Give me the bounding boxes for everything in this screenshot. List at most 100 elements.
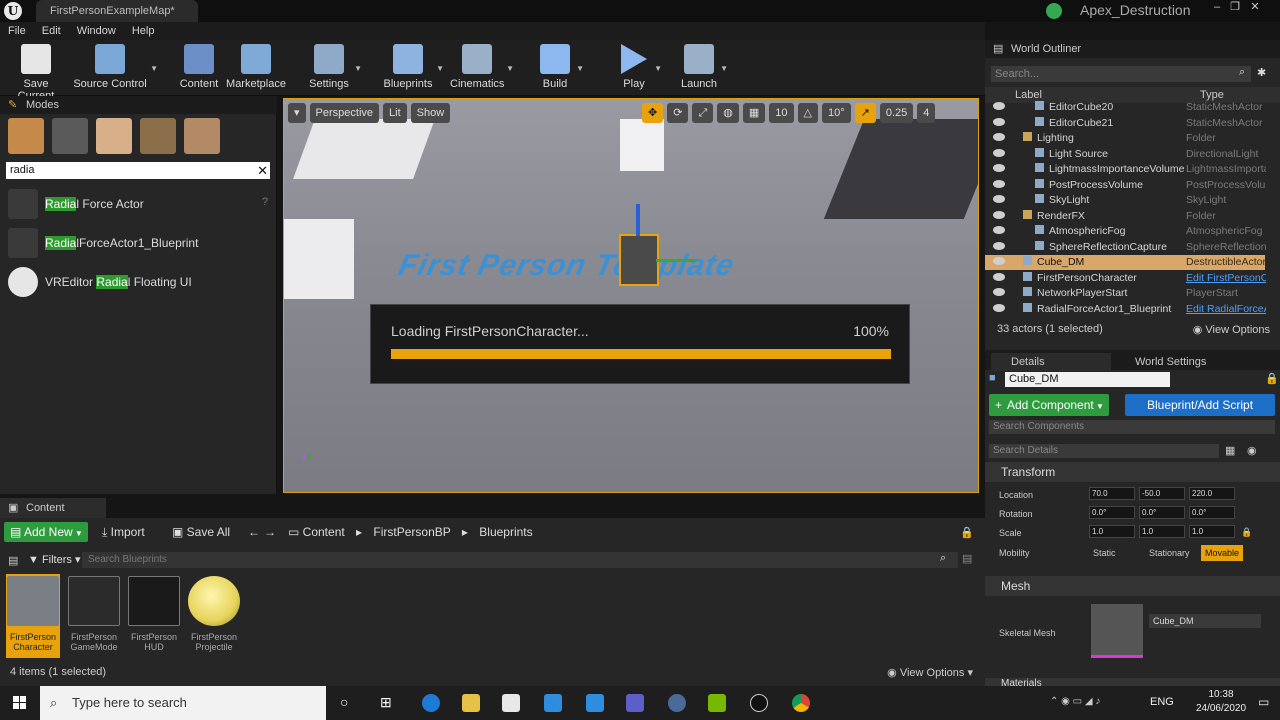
clear-search-icon[interactable]: ✕ [257, 162, 268, 179]
outliner-row[interactable]: PostProcessVolume PostProcessVolume [985, 178, 1266, 193]
breadcrumb-firstpersonbp[interactable]: FirstPersonBP [373, 525, 450, 539]
outliner-row[interactable]: Light Source DirectionalLight [985, 147, 1265, 162]
tab-world-settings[interactable]: World Settings [1119, 353, 1269, 371]
gizmo-y-axis[interactable] [656, 259, 696, 262]
store-icon[interactable] [502, 694, 520, 712]
menu-help[interactable]: Help [124, 22, 163, 40]
visibility-eye-icon[interactable] [993, 148, 1005, 157]
forward-button[interactable]: → [264, 522, 276, 542]
visibility-eye-icon[interactable] [993, 179, 1005, 188]
source-control-button[interactable]: Source Control ▼ [72, 44, 158, 94]
foliage-mode-icon[interactable] [140, 118, 176, 154]
level-tab[interactable]: FirstPersonExampleMap* [36, 0, 198, 22]
outliner-row[interactable]: EditorCube20 StaticMeshActor [985, 100, 1265, 115]
transform-section[interactable]: Transform [985, 462, 1280, 482]
breadcrumb-blueprints[interactable]: Blueprints [479, 525, 532, 539]
visibility-eye-icon[interactable] [993, 164, 1005, 172]
scale-value[interactable]: 0.25 [879, 103, 914, 123]
rotation-x-input[interactable]: 0.0° [1089, 506, 1135, 519]
visibility-eye-icon[interactable] [993, 102, 1005, 110]
list-item[interactable]: VREditor Radial Floating UI [8, 266, 270, 298]
translate-icon[interactable]: ✥ [642, 103, 664, 123]
content-button[interactable]: Content [176, 44, 222, 94]
rotation-label[interactable]: Rotation [999, 509, 1033, 519]
add-new-button[interactable]: ▤ Add New ▼ [4, 522, 88, 542]
mobility-stationary[interactable]: Stationary [1149, 548, 1190, 558]
outliner-row[interactable]: Lighting Folder [985, 131, 1265, 146]
chevron-down-icon[interactable]: ▼ [506, 64, 514, 73]
outliner-row-type[interactable]: Edit RadialForceActor1_Blueprint [1186, 303, 1266, 315]
file-explorer-icon[interactable] [462, 694, 480, 712]
angle-value[interactable]: 10° [821, 103, 851, 123]
visibility-eye-icon[interactable] [993, 257, 1005, 265]
language-indicator[interactable]: ENG [1150, 696, 1174, 708]
mesh-dropdown[interactable]: Cube_DM [1149, 614, 1261, 628]
list-item[interactable]: RadialForceActor1_Blueprint [8, 227, 270, 259]
help-icon[interactable]: ? [262, 196, 268, 208]
vr-icon[interactable] [668, 694, 686, 712]
scale-snap-icon[interactable]: ↗ [854, 103, 876, 123]
launch-button[interactable]: Launch ▼ [680, 44, 728, 94]
outliner-row[interactable]: NetworkPlayerStart PlayerStart [985, 286, 1265, 301]
asset-tile[interactable]: FirstPerson Projectile [187, 574, 241, 658]
settings-button[interactable]: Settings ▼ [306, 44, 362, 94]
cb-view-options[interactable]: ◉ View Options ▾ [887, 666, 973, 679]
outliner-view-options[interactable]: ◉ View Options [1193, 323, 1270, 336]
menu-edit[interactable]: Edit [34, 22, 69, 40]
visibility-eye-icon[interactable] [993, 272, 1005, 281]
cortana-icon[interactable]: ○ [340, 694, 348, 710]
viewport-options-button[interactable]: ▾ [288, 103, 306, 123]
asset-tile[interactable]: FirstPerson GameMode [67, 574, 121, 658]
teams-icon[interactable] [626, 694, 644, 712]
chevron-down-icon[interactable]: ▼ [436, 64, 444, 73]
grid-snap-icon[interactable]: ▦ [742, 103, 766, 123]
visibility-eye-icon[interactable] [993, 288, 1005, 296]
outliner-search-input[interactable]: Search... [991, 66, 1251, 82]
maximize-button[interactable]: ❐ [1226, 0, 1244, 14]
menu-window[interactable]: Window [69, 22, 124, 40]
chevron-right-icon[interactable]: ▸ [356, 525, 362, 539]
windows-start-icon[interactable] [0, 686, 40, 720]
back-button[interactable]: ← [248, 522, 260, 542]
chevron-down-icon[interactable]: ▼ [150, 64, 158, 73]
unreal-engine-icon[interactable] [750, 694, 768, 712]
scale-z-input[interactable]: 1.0 [1189, 525, 1235, 538]
visibility-eye-icon[interactable] [993, 195, 1005, 203]
visibility-eye-icon[interactable] [993, 241, 1005, 250]
sources-toggle-icon[interactable]: ▤ [8, 554, 18, 567]
outliner-row[interactable]: RenderFX Folder [985, 209, 1265, 224]
scale-y-input[interactable]: 1.0 [1139, 525, 1185, 538]
blueprint-add-script-button[interactable]: Blueprint/Add Script [1125, 394, 1275, 416]
mesh-thumbnail[interactable] [1091, 604, 1143, 658]
camera-speed-value[interactable]: 4 [917, 103, 936, 123]
geometry-mode-icon[interactable] [184, 118, 220, 154]
asset-tile[interactable]: FirstPerson HUD [127, 574, 181, 658]
visibility-eye-icon[interactable] [993, 226, 1005, 234]
task-view-icon[interactable]: ⊞ [380, 694, 392, 711]
world-icon[interactable]: ◍ [717, 103, 739, 123]
search-blueprints-input[interactable]: Search Blueprints [82, 552, 958, 568]
outliner-row[interactable]: SphereReflectionCapture SphereReflectionC… [985, 240, 1266, 255]
save-current-button[interactable]: Save Current [4, 44, 68, 102]
outliner-row-type[interactable]: Edit FirstPersonCharacter [1186, 272, 1266, 284]
add-component-button[interactable]: + Add Component ▼ [989, 394, 1109, 416]
visibility-eye-icon[interactable] [993, 133, 1005, 141]
chevron-down-icon[interactable]: ▼ [720, 64, 728, 73]
outliner-row[interactable]: RadialForceActor1_Blueprint Edit RadialFo… [985, 302, 1266, 317]
build-button[interactable]: Build ▼ [536, 44, 584, 94]
mobility-static[interactable]: Static [1093, 548, 1116, 558]
settings-icon[interactable]: ✱ [1257, 66, 1266, 79]
grid-view-icon[interactable]: ▦ [1225, 444, 1235, 457]
selected-cube[interactable] [619, 234, 659, 286]
perspective-button[interactable]: Perspective [309, 103, 380, 123]
outliner-row[interactable]: SkyLight SkyLight [985, 193, 1265, 208]
asset-tile[interactable]: FirstPerson Character [6, 574, 60, 658]
scale-icon[interactable]: ⤢ [692, 103, 714, 123]
source-control-status-icon[interactable] [1046, 3, 1062, 19]
scale-label[interactable]: Scale [999, 528, 1022, 538]
gizmo-z-axis[interactable] [636, 204, 640, 236]
marketplace-button[interactable]: Marketplace [226, 44, 286, 94]
play-button[interactable]: Play ▼ [616, 44, 662, 94]
mail-icon[interactable] [544, 694, 562, 712]
chevron-down-icon[interactable]: ▼ [654, 64, 662, 73]
